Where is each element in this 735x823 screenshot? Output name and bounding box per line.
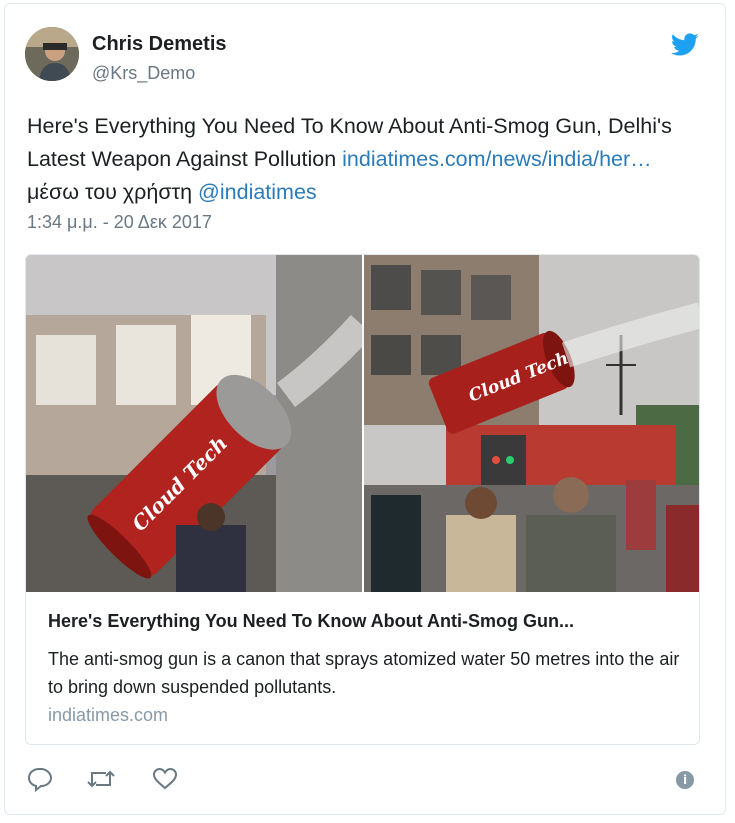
reply-icon[interactable]: [27, 766, 53, 793]
retweet-icon[interactable]: [86, 766, 116, 792]
avatar[interactable]: [25, 27, 79, 81]
author-name[interactable]: Chris Demetis: [92, 33, 227, 56]
link-card-image: Cloud Tech Cloud Tech: [26, 255, 699, 592]
tweet-text: Here's Everything You Need To Know About…: [27, 110, 687, 209]
link-card[interactable]: Cloud Tech Cloud Tech Here's Everything …: [25, 254, 700, 745]
twitter-bird-icon[interactable]: [670, 33, 699, 57]
heart-icon[interactable]: [152, 766, 178, 792]
tweet-via: μέσω του χρήστη: [27, 180, 199, 204]
link-card-description: The anti-smog gun is a canon that sprays…: [48, 649, 680, 697]
link-card-title: Here's Everything You Need To Know About…: [48, 611, 574, 631]
timestamp[interactable]: 1:34 μ.μ. - 20 Δεκ 2017: [27, 212, 212, 233]
link-card-domain: indiatimes.com: [48, 705, 169, 725]
author-handle[interactable]: @Krs_Demo: [92, 63, 195, 84]
mention-link[interactable]: @indiatimes: [198, 180, 317, 204]
info-icon[interactable]: i: [676, 771, 694, 789]
tweet-link[interactable]: indiatimes.com/news/india/her…: [342, 147, 652, 171]
